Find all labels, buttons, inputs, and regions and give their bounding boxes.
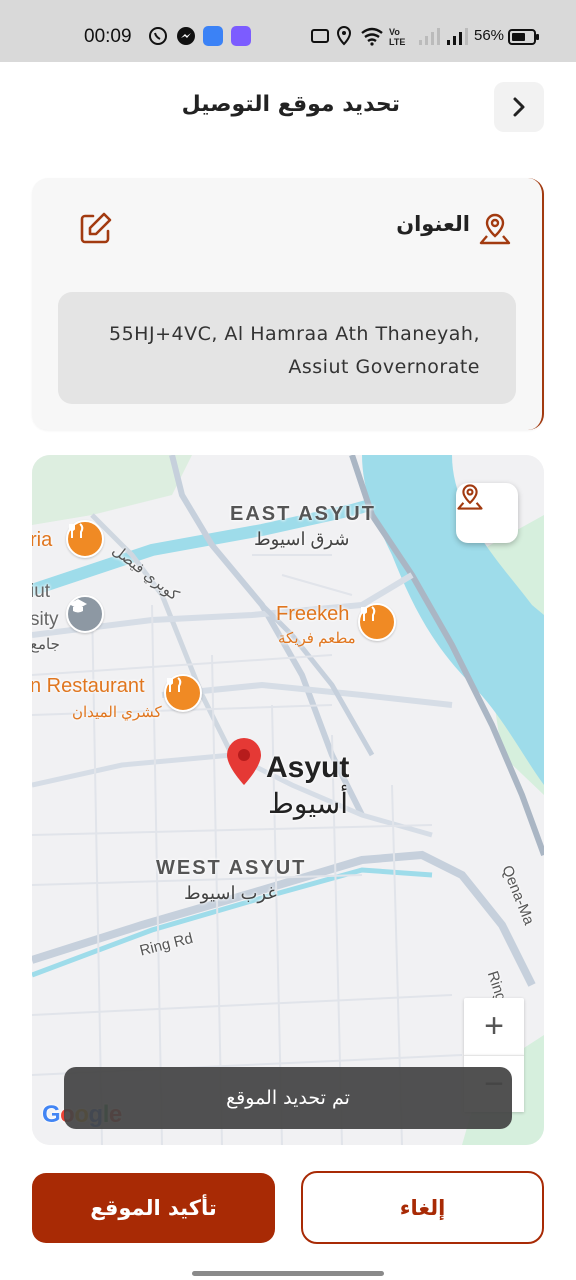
address-line-1: 55HJ+4VC, Al Hamraa Ath Thaneyah,	[109, 323, 480, 345]
cast-icon	[310, 26, 330, 48]
signal-icon-2	[445, 26, 469, 48]
my-location-button[interactable]	[456, 483, 518, 543]
confirm-location-button[interactable]: تأكيد الموقع	[32, 1173, 275, 1243]
restaurant-poi-icon[interactable]	[66, 520, 104, 558]
wifi-icon	[360, 26, 384, 48]
map-label-city-ar: أسيوط	[268, 788, 349, 819]
chevron-right-icon	[513, 97, 525, 117]
whatsapp-icon	[148, 26, 168, 46]
map-label-city-en: Asyut	[266, 751, 350, 784]
university-poi-icon[interactable]	[66, 595, 104, 633]
status-time: 00:09	[84, 26, 132, 47]
gallery-app-icon	[231, 26, 251, 46]
map-label-freekeh-ar: مطعم فريكة	[278, 630, 356, 647]
location-icon	[335, 25, 353, 48]
map-label-west-en: WEST ASYUT	[156, 857, 307, 879]
signal-icon-1	[417, 26, 441, 48]
edit-icon[interactable]	[78, 210, 114, 246]
map-pin-icon	[457, 484, 483, 510]
map-label-east-ar: شرق اسيوط	[254, 529, 350, 549]
status-bar: 00:09 Vo LTE 56%	[0, 0, 576, 62]
zoom-in-button[interactable]: +	[464, 998, 524, 1055]
battery-icon	[508, 28, 540, 50]
messenger-icon	[176, 26, 196, 46]
restaurant-poi-icon[interactable]	[164, 674, 202, 712]
address-line-2: Assiut Governorate	[288, 356, 480, 378]
restaurant-poi-icon[interactable]	[358, 603, 396, 641]
home-indicator[interactable]	[192, 1271, 384, 1276]
address-card: العنوان 55HJ+4VC, Al Hamraa Ath Thaneyah…	[32, 178, 544, 430]
volte-icon: Vo LTE	[389, 27, 406, 47]
map-label-uni-ar: جامع	[32, 636, 60, 653]
map-label-poi-left: ria	[32, 529, 53, 551]
map-label-uni-1: iut	[32, 581, 51, 602]
back-button[interactable]	[494, 82, 544, 132]
map-label-west-ar: غرب اسيوط	[184, 883, 277, 903]
cancel-button[interactable]: إلغاء	[301, 1171, 544, 1244]
android-app-icon	[203, 26, 223, 46]
page-title: تحديد موقع التوصيل	[181, 92, 400, 117]
map-label-east-en: EAST ASYUT	[230, 503, 376, 525]
map-label-uni-2: sity	[32, 609, 59, 630]
map-label-freekeh-en: Freekeh	[276, 603, 350, 625]
map-pin-icon	[478, 212, 512, 246]
map-label-restaurant-ar: كشري الميدان	[72, 704, 162, 721]
address-text-box: 55HJ+4VC, Al Hamraa Ath Thaneyah, Assiut…	[58, 292, 516, 404]
map-view[interactable]: EAST ASYUT شرق اسيوط كوبري فيصل ria iut …	[32, 455, 544, 1145]
toast-message: تم تحديد الموقع	[64, 1067, 512, 1129]
battery-percent: 56%	[474, 27, 505, 44]
address-title: العنوان	[396, 212, 470, 236]
map-label-restaurant-en: n Restaurant	[32, 675, 145, 697]
